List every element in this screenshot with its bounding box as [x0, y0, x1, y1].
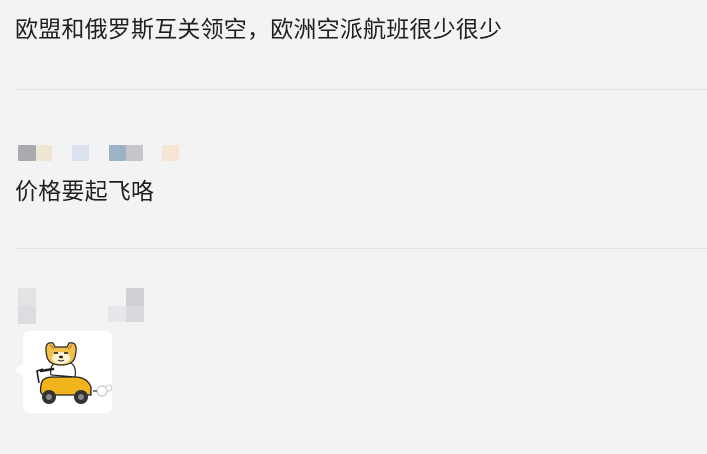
sticker-bubble[interactable] [23, 331, 113, 413]
comment-item: 欧盟和俄罗斯互关领空，欧洲空派航班很少很少 [0, 0, 707, 90]
comment-text: 价格要起飞咯 [15, 179, 155, 205]
shiba-scooter-icon [36, 342, 113, 404]
divider [15, 248, 707, 249]
comment-text: 欧盟和俄罗斯互关领空，欧洲空派航班很少很少 [15, 17, 503, 43]
comment-item: 价格要起飞咯 [0, 90, 707, 250]
